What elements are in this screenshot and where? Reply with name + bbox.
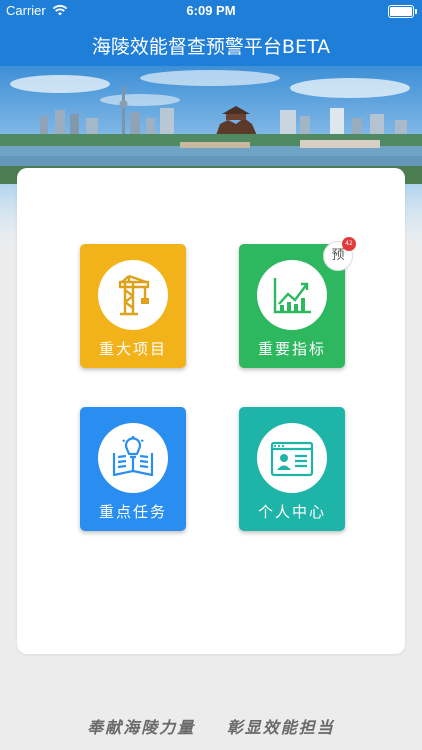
battery-icon [388,5,417,18]
page-title: 海陵效能督查预警平台BETA [91,36,331,58]
tile-major-projects[interactable]: 重大项目 [80,244,186,368]
slogan-left: 奉献海陵力量 [87,718,196,737]
tower-crane-icon [118,274,150,316]
tile-label: 个人中心 [257,503,326,521]
slogan-right: 彰显效能担当 [226,718,335,737]
idea-book-icon [112,436,154,477]
status-bar: Carrier 6:09 PM [0,0,422,22]
tile-key-tasks[interactable]: 重点任务 [80,407,186,531]
profile-card-icon [270,441,314,477]
tile-label: 重点任务 [98,503,167,521]
growth-chart-icon [273,278,311,314]
tile-personal-center[interactable]: 个人中心 [239,407,345,531]
tile-label: 重大项目 [98,340,167,358]
nav-bar: 海陵效能督查预警平台BETA [0,22,422,66]
menu-card: 重大项目 重要指标 预 42 重点任务 个人中心 [17,168,405,654]
tile-label: 重要指标 [257,340,326,358]
notification-count-badge: 42 [342,237,356,251]
clock-time: 6:09 PM [186,3,236,18]
footer-slogan: 奉献海陵力量 彰显效能担当 [0,714,422,738]
